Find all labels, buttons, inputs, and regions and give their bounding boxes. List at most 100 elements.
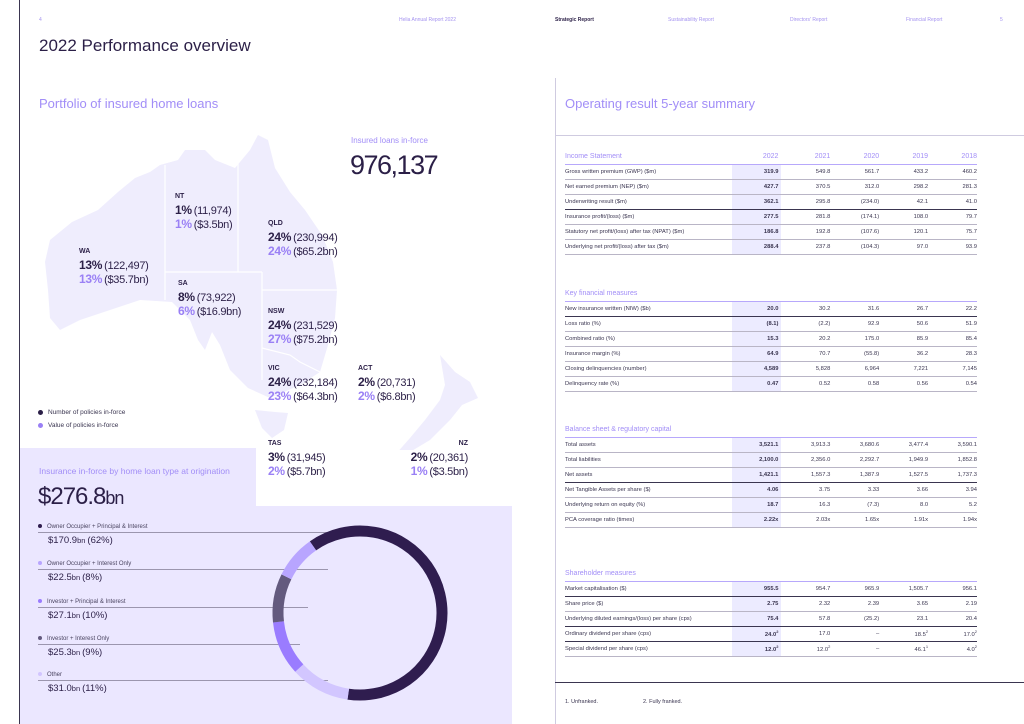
cell-value: 6,964 — [830, 361, 880, 377]
year-header — [781, 567, 831, 582]
state-nz: NZ 2% (20,361) 1% ($3.5bn) — [411, 440, 469, 478]
value: 16.3 — [819, 501, 831, 508]
value: 2.03x — [816, 516, 831, 523]
value: 36.2 — [916, 350, 929, 357]
nav-sustainability-report[interactable]: Sustainability Report — [668, 17, 714, 23]
state-policies: 24% (231,529) — [268, 318, 338, 332]
cell-value: 955.5 — [731, 581, 782, 597]
cell-value: 57.8 — [781, 611, 831, 627]
cell-value: – — [830, 641, 880, 657]
cell-value: (7.3) — [830, 497, 880, 513]
state-value: 1% ($3.5bn) — [175, 217, 233, 231]
cell-value: 4,589 — [731, 361, 782, 377]
cell-value: 8.0 — [879, 497, 929, 513]
year-header — [830, 287, 880, 302]
value: 298.2 — [913, 183, 929, 190]
footnote-ref: 2 — [925, 629, 929, 635]
cell-value: 965.9 — [830, 581, 880, 597]
cell-value: 2.75 — [731, 596, 782, 612]
value: 3,477.4 — [908, 441, 929, 448]
legend-dot-icon — [38, 409, 43, 415]
pct: (11%) — [82, 683, 107, 694]
cell-value: 0.58 — [830, 376, 880, 392]
value: 51.9 — [965, 320, 977, 327]
cell-value: 30.2 — [781, 301, 831, 317]
value-amount: ($35.7bn) — [104, 274, 149, 286]
value: 1,737.3 — [957, 471, 977, 478]
insured-loans-value: 976,137 — [350, 150, 439, 180]
cell-value: 277.5 — [731, 209, 782, 225]
cell-value: 319.9 — [731, 164, 782, 180]
value: 281.8 — [815, 213, 831, 220]
value: 6,964 — [864, 365, 880, 372]
value: 64.9 — [767, 350, 779, 357]
nav-directors-report[interactable]: Directors' Report — [790, 17, 827, 23]
cell-value: 3.66 — [879, 482, 929, 498]
cell-value: 3.94 — [928, 482, 977, 498]
loan-type-value: $25.3bn (9%) — [48, 647, 109, 658]
value: 3.75 — [819, 486, 831, 493]
footnote-divider — [555, 682, 1024, 683]
year-header: 2021 — [781, 150, 831, 165]
state-vic: VIC 24% (232,184) 23% ($64.3bn) — [268, 365, 338, 403]
year-header — [879, 423, 929, 438]
value: 561.7 — [864, 168, 880, 175]
value: 5,828 — [815, 365, 831, 372]
year-header — [928, 567, 977, 582]
label-text: Owner Occupier + Principal & Interest — [47, 524, 148, 530]
legend-label: Number of policies in-force — [48, 409, 126, 416]
table-row: Gross written premium (GWP) ($m) 319.9 549… — [565, 164, 977, 180]
value: (25.2) — [864, 615, 880, 622]
cell-value: 427.7 — [731, 179, 782, 195]
table-row: Special dividend per share (cps) 12.02 12.… — [565, 641, 977, 657]
cell-value: 186.8 — [731, 224, 782, 240]
cell-value: 3,680.6 — [830, 437, 880, 453]
value: 7,145 — [962, 365, 977, 372]
value: 288.4 — [763, 243, 779, 250]
row-label: Combined ratio (%) — [565, 331, 732, 347]
value: 370.5 — [815, 183, 831, 190]
pct: (10%) — [82, 610, 108, 621]
donut-segment — [272, 525, 448, 701]
nav-strategic-report[interactable]: Strategic Report — [555, 17, 594, 23]
cell-value: 92.9 — [830, 316, 880, 332]
row-label: Total liabilities — [565, 452, 732, 468]
footnote-ref: 2 — [776, 629, 779, 635]
row-label: Gross written premium (GWP) ($m) — [565, 164, 732, 180]
cell-value: 281.8 — [781, 209, 831, 225]
table-row: Statutory net profit/(loss) after tax (N… — [565, 224, 977, 240]
cell-value: 2.39 — [830, 596, 880, 612]
summary-table: Income Statement 2022 2021 2020 2019 2018 Gros… — [565, 150, 977, 255]
table-row: Underwriting result ($m) 362.1 295.8 (234.0… — [565, 194, 977, 210]
year-header — [879, 567, 929, 582]
loan-type-title: Insurance in-force by home loan type at … — [39, 466, 230, 476]
loan-type-item: Investor + Principal & Interest $27.1bn (1… — [38, 599, 126, 621]
state-policies: 24% (230,994) — [268, 230, 338, 244]
cell-value: 3,477.4 — [879, 437, 929, 453]
loan-type-value: $22.5bn (8%) — [48, 572, 131, 583]
row-label: Insurance profit/(loss) ($m) — [565, 209, 732, 225]
cell-value: 0.56 — [879, 376, 929, 392]
legend-label: Value of policies in-force — [48, 422, 119, 429]
cell-value: 3,521.1 — [731, 437, 782, 453]
value: 22.2 — [965, 305, 977, 312]
value: 50.6 — [916, 320, 929, 327]
value: (104.3) — [860, 243, 880, 250]
value-amount: ($3.5bn) — [429, 466, 468, 478]
cell-value: – — [830, 626, 880, 642]
state-tas: TAS 3% (31,945) 2% ($5.7bn) — [268, 440, 326, 478]
row-label: Total assets — [565, 437, 732, 453]
cell-value: (8.1) — [731, 316, 782, 332]
cell-value: 2.32 — [781, 596, 831, 612]
cell-value: 1,557.3 — [781, 467, 831, 483]
policies-count: (122,497) — [104, 260, 149, 272]
cell-value: 85.4 — [928, 331, 977, 347]
nav-financial-report[interactable]: Financial Report — [906, 17, 942, 23]
legend-dot-icon — [38, 636, 42, 641]
table-row: Closing delinquencies (number) 4,589 5,828… — [565, 361, 977, 377]
amount: $31.0 — [48, 683, 72, 694]
table-header: Balance sheet & regulatory capital — [565, 423, 977, 438]
policies-pct: 1% — [175, 203, 192, 217]
pct: (8%) — [82, 572, 103, 583]
value: 1,421.1 — [759, 471, 779, 478]
